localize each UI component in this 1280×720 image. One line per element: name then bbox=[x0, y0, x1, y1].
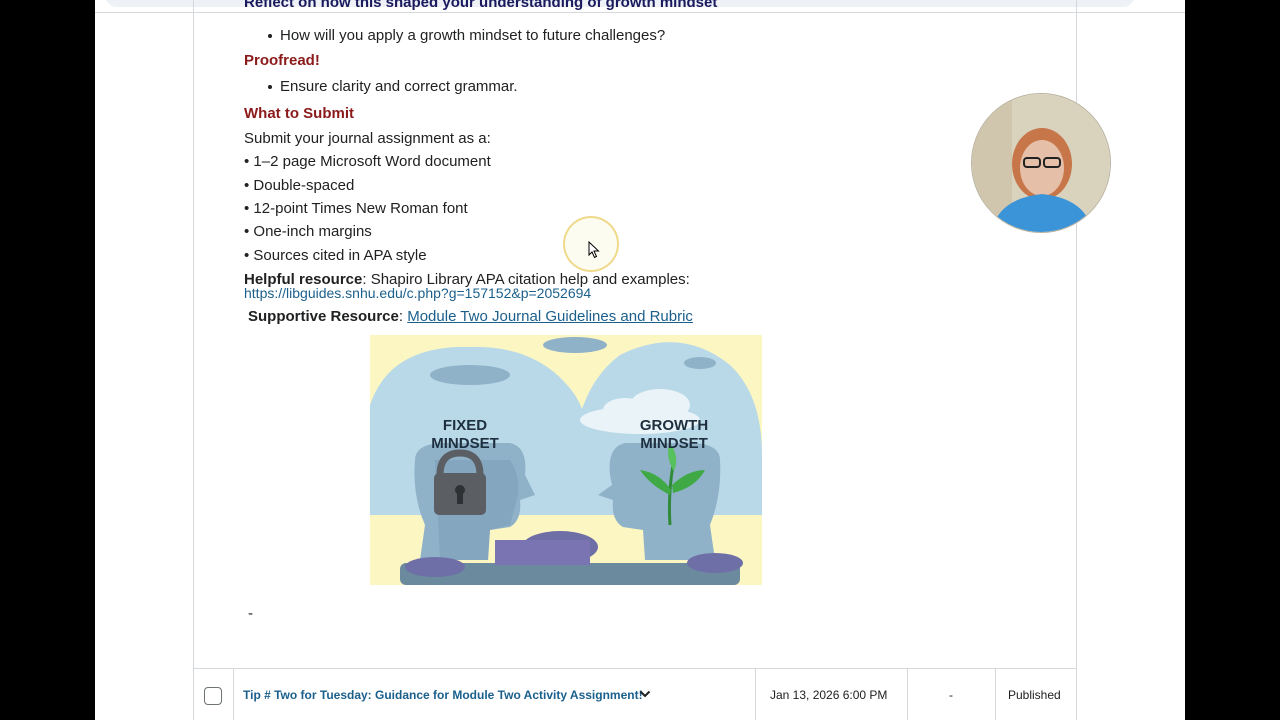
row-title-link[interactable]: Tip # Two for Tuesday: Guidance for Modu… bbox=[243, 687, 643, 703]
apa-citation-link[interactable]: https://libguides.snhu.edu/c.php?g=15715… bbox=[244, 285, 591, 301]
date-cell: Jan 13, 2026 6:00 PM bbox=[755, 669, 908, 720]
guidelines-rubric-link[interactable]: Module Two Journal Guidelines and Rubric bbox=[407, 308, 693, 325]
status-badge: Published bbox=[1008, 688, 1061, 702]
supportive-resource-line: Supportive Resource: Module Two Journal … bbox=[248, 308, 693, 326]
row-date: Jan 13, 2026 6:00 PM bbox=[770, 688, 888, 702]
supportive-resource-label: Supportive Resource bbox=[248, 308, 399, 325]
submit-item: • Double-spaced bbox=[244, 177, 355, 194]
checkbox-cell bbox=[194, 669, 234, 720]
growth-mindset-label-1: GROWTH bbox=[640, 417, 708, 434]
mindset-illustration: FIXED MINDSET GROWTH MINDSET bbox=[370, 335, 762, 585]
status-cell: Published bbox=[995, 669, 1076, 720]
row-checkbox[interactable] bbox=[204, 687, 222, 705]
submit-heading: What to Submit bbox=[244, 105, 354, 122]
submit-item: • 12-point Times New Roman font bbox=[244, 200, 468, 217]
row-dash: - bbox=[949, 688, 953, 702]
dash-text: - bbox=[248, 605, 253, 622]
supportive-resource-sep: : bbox=[398, 308, 408, 325]
dash-cell: - bbox=[907, 669, 996, 720]
mouse-cursor-icon bbox=[588, 241, 600, 259]
proofread-heading: Proofread! bbox=[244, 52, 320, 69]
fixed-mindset-label-2: MINDSET bbox=[431, 435, 499, 452]
reflect-heading: Reflect on how this shaped your understa… bbox=[244, 0, 718, 11]
title-cell: Tip # Two for Tuesday: Guidance for Modu… bbox=[233, 669, 756, 720]
table-row: Tip # Two for Tuesday: Guidance for Modu… bbox=[193, 668, 1077, 720]
reflect-bullet: How will you apply a growth mindset to f… bbox=[267, 27, 666, 44]
growth-mindset-label-2: MINDSET bbox=[640, 435, 708, 452]
submit-item: • Sources cited in APA style bbox=[244, 247, 427, 264]
proofread-bullet: Ensure clarity and correct grammar. bbox=[268, 78, 518, 95]
chevron-down-icon[interactable] bbox=[639, 689, 651, 699]
fixed-mindset-label-1: FIXED bbox=[443, 417, 487, 434]
submit-item: • One-inch margins bbox=[244, 223, 372, 240]
webcam-overlay bbox=[971, 93, 1111, 233]
submit-intro: Submit your journal assignment as a: bbox=[244, 130, 491, 147]
content-page: Reflect on how this shaped your understa… bbox=[95, 0, 1185, 720]
submit-item: • 1–2 page Microsoft Word document bbox=[244, 153, 491, 170]
